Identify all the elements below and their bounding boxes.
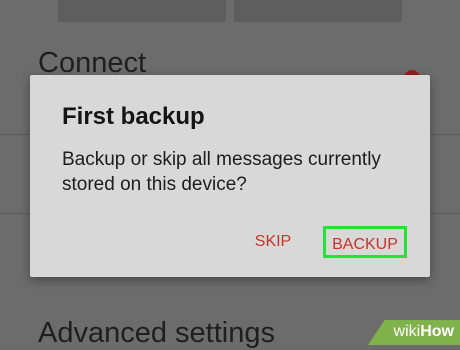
watermark-text: wikiHow	[394, 322, 454, 342]
skip-button[interactable]: SKIP	[244, 226, 302, 258]
dialog-title: First backup	[62, 103, 205, 130]
top-card-left	[58, 0, 226, 22]
backup-button[interactable]: BACKUP	[323, 226, 407, 258]
dialog-actions: SKIP BACKUP	[30, 226, 430, 262]
watermark-how: How	[420, 323, 454, 340]
top-card-right	[234, 0, 402, 22]
watermark-wiki: wiki	[393, 323, 421, 340]
dialog-message: Backup or skip all messages currently st…	[62, 149, 381, 195]
first-backup-dialog: First backup Backup or skip all messages…	[30, 75, 430, 277]
